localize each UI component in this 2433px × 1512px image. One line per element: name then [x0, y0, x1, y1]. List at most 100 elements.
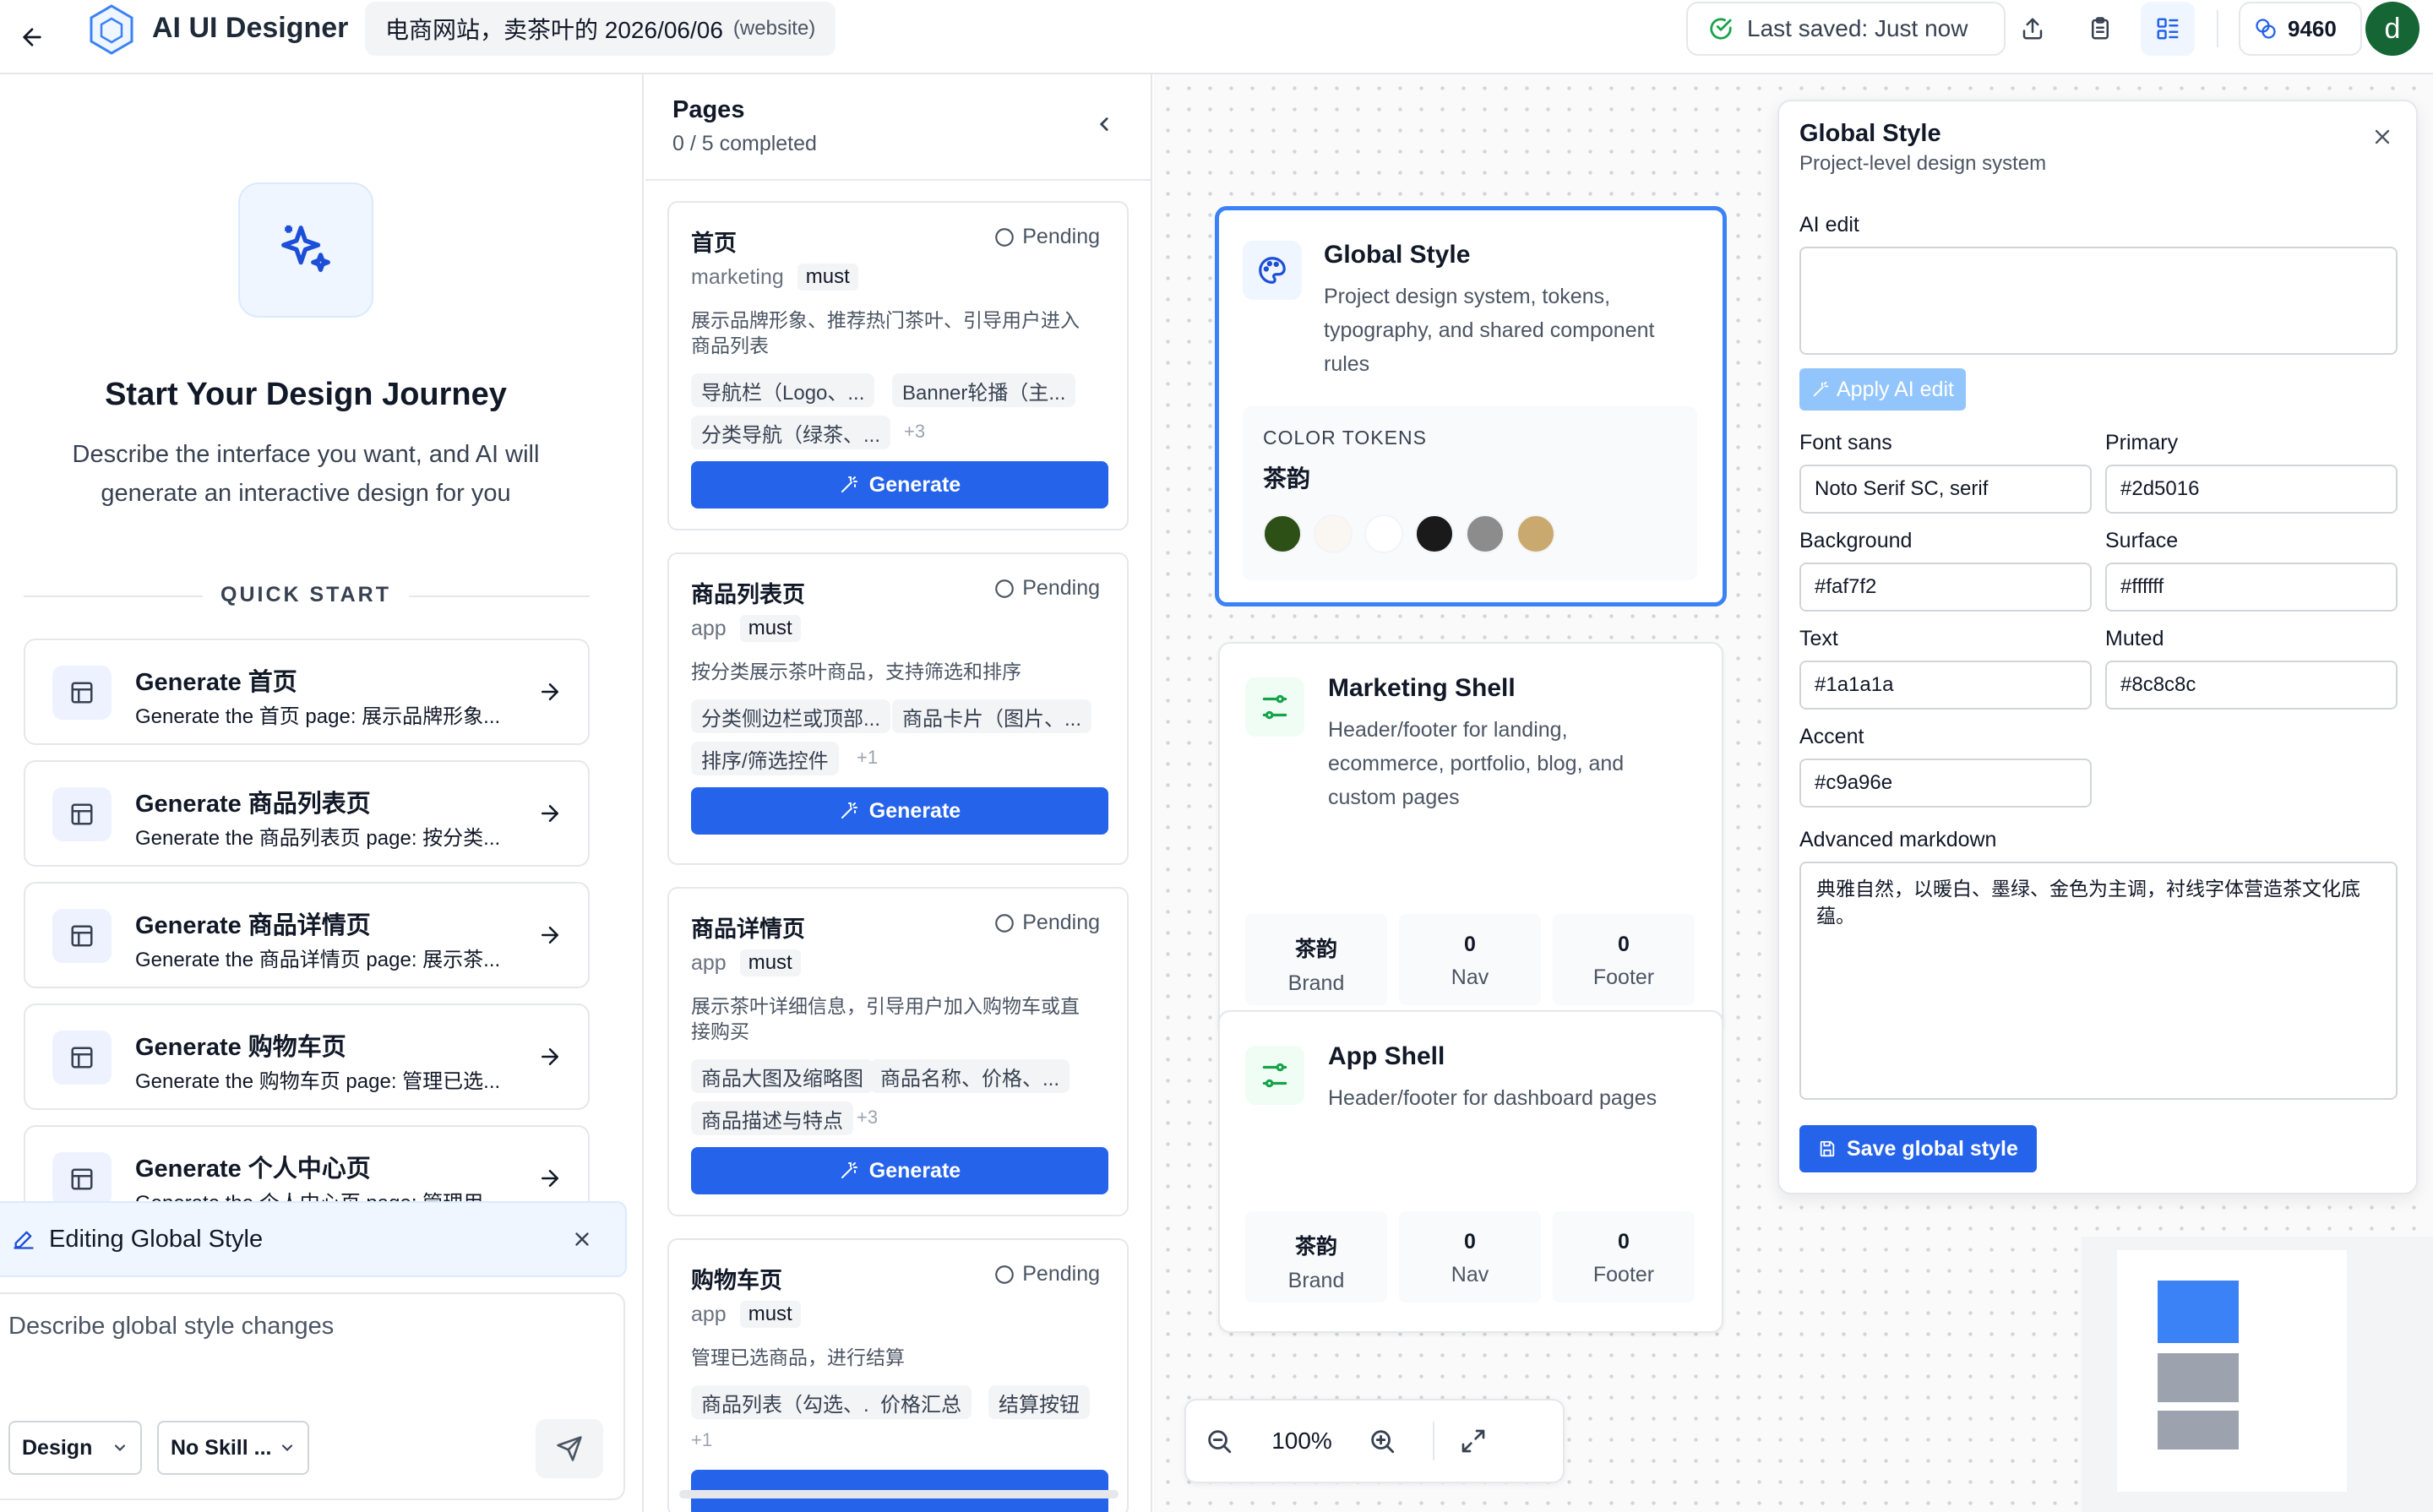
text-color-field[interactable]: #1a1a1a — [1799, 661, 2092, 710]
stat-nav: 0 Nav — [1399, 914, 1541, 1005]
stat-label: Brand — [1287, 1269, 1345, 1292]
generate-label: Generate — [868, 798, 961, 823]
stat-value: 0 — [1618, 933, 1630, 956]
node-desc: Header/footer for landing, ecommerce, po… — [1328, 713, 1683, 814]
generate-button[interactable]: Generate — [691, 461, 1108, 509]
page-card-title: 商品列表页 — [691, 582, 805, 607]
horizontal-scrollbar[interactable] — [679, 1490, 1119, 1498]
stat-brand: 茶韵 Brand — [1245, 914, 1387, 1005]
markdown-textarea[interactable]: 典雅自然，以暖白、墨绿、金色为主调，衬线字体营造茶文化底蕴。 — [1799, 862, 2398, 1100]
stat-footer: 0 Footer — [1553, 914, 1695, 1005]
page-type: app — [691, 950, 727, 975]
layout-icon — [52, 909, 112, 963]
send-button[interactable] — [536, 1419, 603, 1478]
apply-ai-edit-button[interactable]: Apply AI edit — [1799, 368, 1966, 411]
quick-start-title: Generate 个人中心页 — [135, 1156, 371, 1183]
page-card-status: Pending — [993, 1262, 1100, 1286]
page-card-desc: 管理已选商品，进行结算 — [691, 1345, 1127, 1370]
app-shell-node[interactable]: App Shell Header/footer for dashboard pa… — [1218, 1010, 1723, 1333]
tokens-name: 茶韵 — [1263, 465, 1311, 492]
arrow-right-icon — [537, 679, 563, 704]
quick-start-card[interactable]: Generate 商品详情页 Generate the 商品详情页 page: … — [24, 882, 590, 988]
surface-color-field[interactable]: #ffffff — [2105, 563, 2398, 612]
project-title-pill[interactable]: 电商网站，卖茶叶的 2026/06/06 (website) — [365, 2, 836, 56]
color-swatch — [1516, 514, 1555, 553]
page-type: marketing — [691, 264, 784, 289]
minimap[interactable] — [2082, 1237, 2433, 1512]
page-card-title: 购物车页 — [691, 1268, 782, 1293]
avatar[interactable]: d — [2365, 2, 2419, 56]
desc-line: typography, and shared component — [1324, 318, 1655, 342]
status-text: Pending — [1022, 576, 1100, 600]
field-label: Accent — [1799, 725, 1864, 748]
page-card[interactable]: 首页 Pending marketing must 展示品牌形象、推荐热门茶叶、引… — [667, 201, 1129, 530]
minimap-node — [2158, 1353, 2239, 1402]
check-circle-icon — [1708, 16, 1734, 41]
color-swatch — [1263, 514, 1302, 553]
quick-start-card[interactable]: Generate 商品列表页 Generate the 商品列表页 page: … — [24, 760, 590, 867]
chevron-left-icon[interactable] — [1093, 113, 1115, 135]
close-icon[interactable] — [571, 1228, 593, 1250]
more-count: +3 — [904, 421, 926, 442]
save-global-style-button[interactable]: Save global style — [1799, 1125, 2037, 1172]
stat-label: Footer — [1592, 965, 1655, 989]
save-status-text: Last saved: Just now — [1747, 15, 1968, 41]
zoom-in-icon[interactable] — [1357, 1427, 1407, 1455]
color-tokens-box: COLOR TOKENS 茶韵 — [1243, 406, 1697, 580]
page-card-status: Pending — [993, 225, 1100, 249]
generate-button[interactable]: Generate — [691, 787, 1108, 835]
divider — [645, 179, 1151, 181]
swatch-row — [1263, 514, 1555, 553]
quick-start-label: QUICK START — [220, 583, 391, 606]
feature-chip: 价格汇总 — [870, 1385, 972, 1419]
credits-badge[interactable]: 9460 — [2239, 2, 2362, 56]
clipboard-icon[interactable] — [2083, 12, 2117, 46]
quick-start-card[interactable]: Generate 个人中心页 Generate the 个人中心页 page: … — [24, 1125, 590, 1213]
node-desc: Project design system, tokens, typograph… — [1324, 280, 1679, 381]
page-card[interactable]: 商品详情页 Pending app must 展示茶叶详细信息，引导用户加入购物车… — [667, 887, 1129, 1216]
zoom-out-icon[interactable] — [1205, 1427, 1247, 1455]
ai-edit-textarea[interactable] — [1799, 247, 2398, 355]
divider — [24, 596, 203, 597]
prompt-input[interactable]: Describe global style changes — [8, 1313, 334, 1341]
background-color-field[interactable]: #faf7f2 — [1799, 563, 2092, 612]
desc-line: 接购买 — [691, 1020, 749, 1042]
font-sans-field[interactable]: Noto Serif SC, serif — [1799, 465, 2092, 514]
primary-color-field[interactable]: #2d5016 — [2105, 465, 2398, 514]
generate-button[interactable]: Generate — [691, 1147, 1108, 1194]
mode-select[interactable]: Design — [8, 1421, 142, 1475]
marketing-shell-node[interactable]: Marketing Shell Header/footer for landin… — [1218, 642, 1723, 1032]
chat-panel: Start Your Design Journey Describe the i… — [0, 74, 644, 1512]
page-card[interactable]: 商品列表页 Pending app must 按分类展示茶叶商品，支持筛选和排序 … — [667, 552, 1129, 865]
quick-start-sub: Generate the 商品列表页 page: 按分类... — [135, 827, 501, 850]
global-style-node[interactable]: Global Style Project design system, toke… — [1215, 206, 1727, 606]
muted-color-field[interactable]: #8c8c8c — [2105, 661, 2398, 710]
close-icon[interactable] — [2370, 125, 2394, 149]
quick-start-card[interactable]: Generate 购物车页 Generate the 购物车页 page: 管理… — [24, 1003, 590, 1110]
feature-chip: 分类侧边栏或顶部... — [691, 699, 891, 733]
priority-badge: must — [739, 1301, 801, 1328]
layout-icon — [52, 787, 112, 841]
stat-footer: 0 Footer — [1553, 1211, 1695, 1303]
layout-grid-icon[interactable] — [2141, 2, 2195, 56]
zoom-level: 100% — [1271, 1428, 1332, 1454]
project-title: 电商网站，卖茶叶的 2026/06/06 — [385, 17, 723, 43]
fullscreen-icon[interactable] — [1460, 1428, 1487, 1455]
quick-start-sub: Generate the 首页 page: 展示品牌形象... — [135, 705, 501, 728]
field-label: Text — [1799, 627, 1838, 650]
skill-select[interactable]: No Skill ... — [157, 1421, 309, 1475]
feature-chip: 商品描述与特点 — [691, 1101, 853, 1135]
page-card[interactable]: 购物车页 Pending app must 管理已选商品，进行结算 商品列表（勾选… — [667, 1238, 1129, 1512]
divider — [409, 596, 590, 597]
quick-start-sub: Generate the 购物车页 page: 管理已选... — [135, 1070, 501, 1093]
back-arrow-icon[interactable] — [12, 17, 52, 57]
save-status: Last saved: Just now — [1686, 2, 2006, 56]
prompt-composer: Describe global style changes Design No … — [0, 1292, 625, 1500]
share-icon[interactable] — [2016, 12, 2049, 46]
priority-badge: must — [739, 615, 801, 642]
quick-start-title: Generate 首页 — [135, 669, 297, 696]
quick-start-card[interactable]: Generate 首页 Generate the 首页 page: 展示品牌形象… — [24, 639, 590, 745]
accent-color-field[interactable]: #c9a96e — [1799, 759, 2092, 808]
generate-label: Generate — [868, 1158, 961, 1183]
stat-brand: 茶韵 Brand — [1245, 1211, 1387, 1303]
